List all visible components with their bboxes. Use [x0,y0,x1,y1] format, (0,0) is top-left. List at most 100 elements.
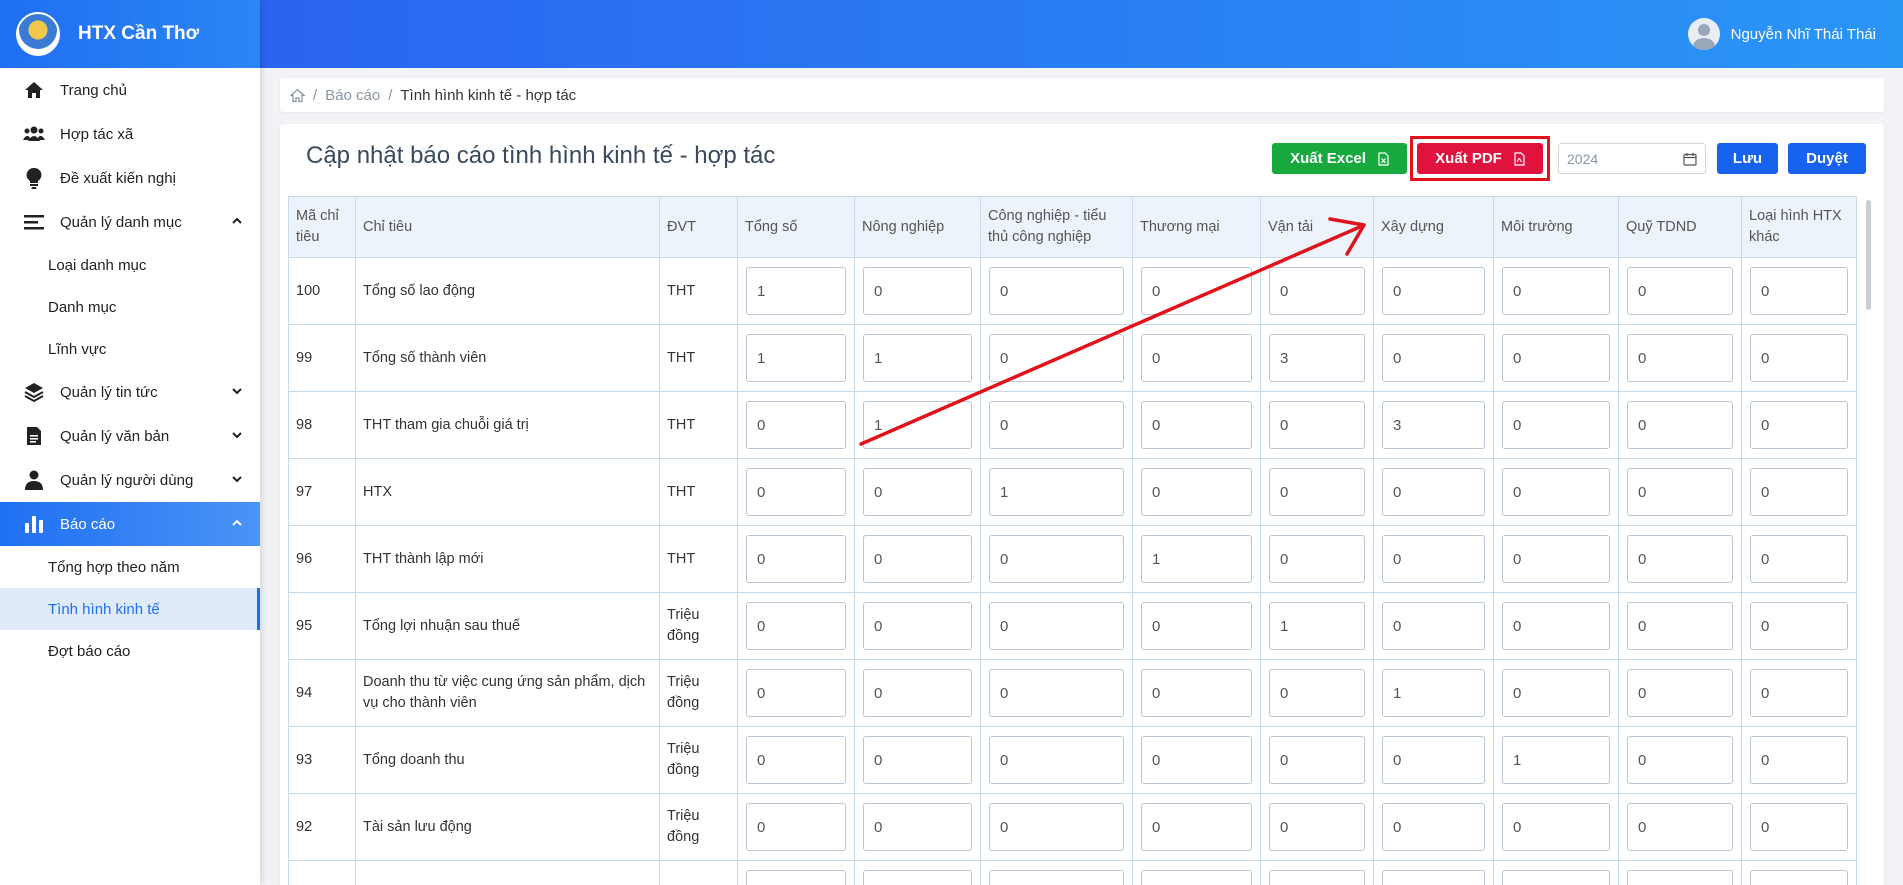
value-input[interactable]: 0 [989,669,1124,717]
value-input[interactable]: 0 [989,267,1124,315]
value-input[interactable]: 1 [746,267,846,315]
year-picker[interactable]: 2024 [1558,143,1706,174]
value-input[interactable]: 1 [1502,736,1610,784]
sidebar-item-news-management[interactable]: Quản lý tin tức [0,370,260,414]
value-input[interactable]: 0 [863,267,972,315]
value-input[interactable]: 0 [1269,803,1365,851]
value-input[interactable]: 1 [989,468,1124,516]
value-input[interactable]: 0 [1382,736,1485,784]
value-input[interactable]: 0 [1382,602,1485,650]
sidebar-item-home[interactable]: Trang chủ [0,68,260,112]
value-input[interactable]: 0 [1269,736,1365,784]
value-input[interactable]: 0 [863,535,972,583]
value-input[interactable] [863,870,972,885]
value-input[interactable]: 0 [989,535,1124,583]
value-input[interactable]: 0 [989,401,1124,449]
value-input[interactable]: 0 [1382,267,1485,315]
value-input[interactable]: 0 [1627,535,1733,583]
value-input[interactable]: 3 [1382,401,1485,449]
value-input[interactable]: 3 [1269,334,1365,382]
value-input[interactable]: 0 [1502,334,1610,382]
value-input[interactable]: 0 [1750,401,1848,449]
value-input[interactable]: 0 [863,602,972,650]
value-input[interactable]: 0 [1502,803,1610,851]
sidebar-item-categories[interactable]: Danh mục [0,286,260,328]
value-input[interactable]: 0 [1502,535,1610,583]
value-input[interactable]: 0 [1141,669,1252,717]
value-input[interactable]: 0 [1269,401,1365,449]
sidebar-item-fields[interactable]: Lĩnh vực [0,328,260,370]
export-excel-button[interactable]: Xuất Excel [1272,143,1407,174]
value-input[interactable]: 0 [746,602,846,650]
value-input[interactable]: 0 [1269,468,1365,516]
value-input[interactable] [746,870,846,885]
value-input[interactable]: 0 [1502,602,1610,650]
value-input[interactable]: 0 [1141,334,1252,382]
value-input[interactable]: 0 [1382,803,1485,851]
save-button[interactable]: Lưu [1717,143,1778,174]
value-input[interactable]: 1 [863,401,972,449]
value-input[interactable]: 0 [1269,535,1365,583]
value-input[interactable]: 0 [1502,267,1610,315]
value-input[interactable]: 0 [1627,602,1733,650]
sidebar-item-proposals[interactable]: Đề xuất kiến nghị [0,156,260,200]
value-input[interactable]: 0 [1750,736,1848,784]
value-input[interactable]: 0 [1141,468,1252,516]
approve-button[interactable]: Duyệt [1788,143,1866,174]
export-pdf-button[interactable]: Xuất PDF [1417,143,1543,174]
value-input[interactable]: 0 [746,669,846,717]
sidebar-item-category-management[interactable]: Quản lý danh mục [0,200,260,244]
value-input[interactable]: 0 [863,468,972,516]
value-input[interactable]: 0 [1141,267,1252,315]
value-input[interactable]: 0 [746,401,846,449]
sidebar-item-category-types[interactable]: Loại danh mục [0,244,260,286]
value-input[interactable]: 0 [746,468,846,516]
value-input[interactable]: 0 [1627,736,1733,784]
value-input[interactable]: 0 [1627,803,1733,851]
value-input[interactable]: 0 [746,736,846,784]
value-input[interactable]: 0 [989,803,1124,851]
value-input[interactable]: 0 [746,535,846,583]
breadcrumb-link[interactable]: Báo cáo [325,87,380,104]
value-input[interactable]: 0 [863,736,972,784]
value-input[interactable]: 0 [1750,803,1848,851]
value-input[interactable]: 0 [1502,401,1610,449]
value-input[interactable]: 1 [863,334,972,382]
sidebar-item-yearly-summary[interactable]: Tổng hợp theo năm [0,546,260,588]
sidebar-item-cooperatives[interactable]: Hợp tác xã [0,112,260,156]
value-input[interactable]: 0 [746,803,846,851]
value-input[interactable]: 0 [1750,669,1848,717]
table-scrollbar[interactable] [1866,200,1871,310]
value-input[interactable]: 0 [1750,334,1848,382]
value-input[interactable] [1382,870,1485,885]
value-input[interactable]: 0 [1141,401,1252,449]
value-input[interactable]: 0 [1382,535,1485,583]
sidebar-item-documents-management[interactable]: Quản lý văn bản [0,414,260,458]
value-input[interactable]: 0 [1750,602,1848,650]
sidebar-item-reports[interactable]: Báo cáo [0,502,260,546]
value-input[interactable]: 0 [1141,602,1252,650]
value-input[interactable]: 0 [1627,401,1733,449]
value-input[interactable]: 0 [1269,669,1365,717]
value-input[interactable]: 0 [989,602,1124,650]
value-input[interactable]: 0 [1627,468,1733,516]
value-input[interactable]: 0 [1382,468,1485,516]
home-icon[interactable] [290,88,305,103]
user-menu[interactable]: Nguyễn Nhĩ Thái Thái [1687,18,1876,50]
value-input[interactable]: 0 [1141,736,1252,784]
value-input[interactable] [1141,870,1252,885]
value-input[interactable]: 0 [989,736,1124,784]
value-input[interactable] [1627,870,1733,885]
value-input[interactable]: 0 [1750,267,1848,315]
value-input[interactable]: 0 [1502,468,1610,516]
value-input[interactable]: 1 [1269,602,1365,650]
value-input[interactable]: 0 [1141,803,1252,851]
value-input[interactable]: 0 [1750,468,1848,516]
value-input[interactable]: 1 [1141,535,1252,583]
value-input[interactable] [1750,870,1848,885]
value-input[interactable]: 0 [989,334,1124,382]
value-input[interactable]: 0 [863,803,972,851]
value-input[interactable]: 0 [1627,334,1733,382]
sidebar-item-user-management[interactable]: Quản lý người dùng [0,458,260,502]
value-input[interactable]: 1 [746,334,846,382]
